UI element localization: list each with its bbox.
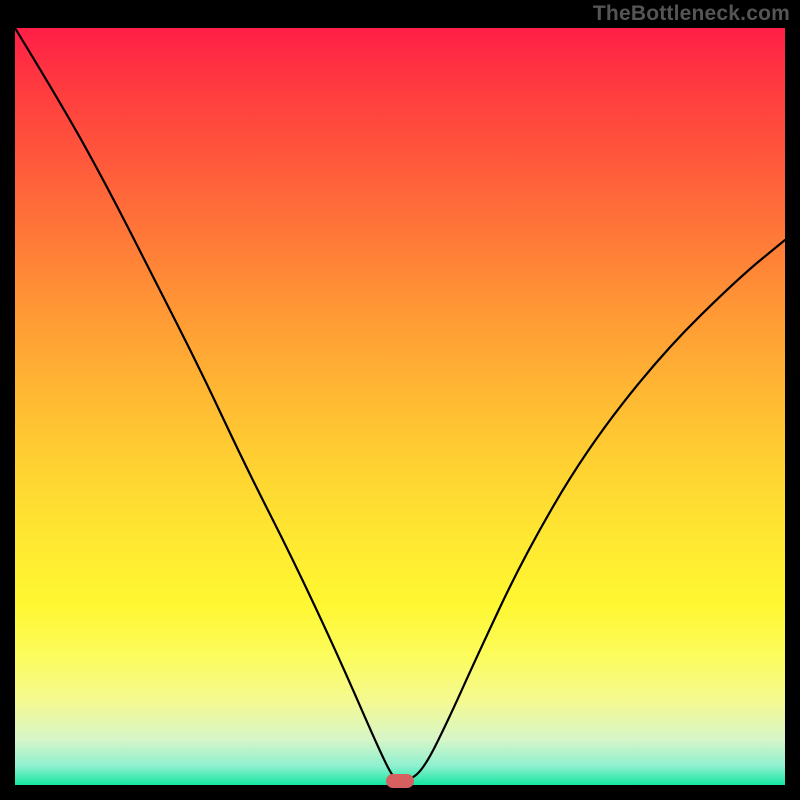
bottleneck-curve-path: [15, 28, 785, 781]
min-marker: [386, 774, 414, 788]
curve-svg: [15, 28, 785, 785]
chart-stage: TheBottleneck.com: [0, 0, 800, 800]
plot-area: [15, 28, 785, 785]
watermark-text: TheBottleneck.com: [593, 2, 790, 26]
